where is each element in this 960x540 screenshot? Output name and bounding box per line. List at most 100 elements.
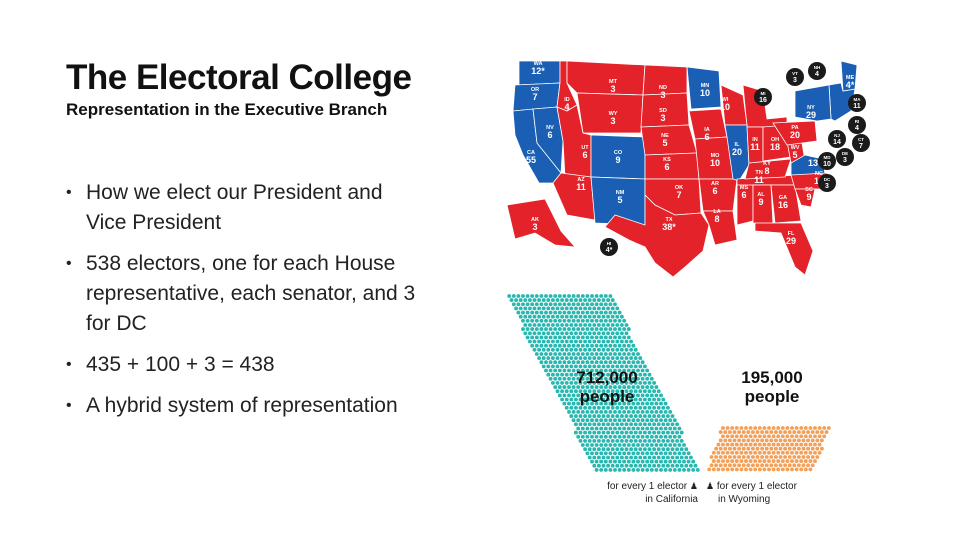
state-AR-votes: 6 <box>712 186 717 196</box>
person-dot <box>537 298 542 303</box>
person-dot <box>592 298 597 303</box>
person-dot <box>636 467 640 472</box>
person-dot <box>553 335 558 340</box>
person-dot <box>633 438 638 443</box>
person-dot <box>578 331 583 336</box>
person-dot <box>518 306 523 311</box>
person-dot <box>585 335 590 340</box>
person-dot <box>808 450 813 455</box>
person-dot <box>794 426 799 430</box>
person-dot <box>622 467 627 472</box>
person-dot <box>594 310 599 315</box>
person-dot <box>610 430 615 435</box>
person-dot <box>537 339 542 344</box>
person-dot <box>550 380 555 385</box>
person-dot <box>638 438 643 443</box>
state-LA-votes: 8 <box>714 214 719 224</box>
person-dot <box>624 447 629 452</box>
person-dot <box>541 314 546 319</box>
person-dot <box>548 335 553 340</box>
person-dot <box>624 356 629 361</box>
person-dot <box>583 430 588 435</box>
person-dot <box>677 443 682 447</box>
person-dot <box>587 323 592 327</box>
person-dot <box>509 298 514 303</box>
person-dot <box>626 434 631 439</box>
person-dot <box>622 335 627 340</box>
state-SC-votes: 9 <box>806 192 811 202</box>
person-dot <box>792 463 797 468</box>
person-dot <box>583 298 588 303</box>
person-dot <box>541 364 546 369</box>
person-dot <box>750 430 755 435</box>
person-dot <box>610 463 615 468</box>
person-dot <box>636 352 640 356</box>
state-OR-votes: 7 <box>532 92 537 102</box>
california-caption-line2: in California <box>645 494 698 505</box>
person-dot <box>723 430 728 435</box>
person-dot <box>654 434 659 439</box>
state-NM-votes: 5 <box>617 195 622 205</box>
person-dot <box>544 368 548 373</box>
person-dot <box>596 314 601 319</box>
person-dot <box>654 467 659 472</box>
person-dot <box>615 422 620 427</box>
state-MT-shape <box>566 60 646 96</box>
person-dot <box>636 418 640 423</box>
person-dot <box>624 430 629 435</box>
person-dot <box>760 446 765 451</box>
person-dot <box>649 459 654 464</box>
person-dot <box>626 327 631 332</box>
person-dot <box>764 446 769 451</box>
person-dot <box>642 405 647 410</box>
person-dot <box>608 327 613 332</box>
person-dot <box>636 426 640 431</box>
person-dot <box>647 422 652 427</box>
person-dot <box>527 331 532 336</box>
person-dot <box>778 446 783 451</box>
person-dot <box>580 434 585 439</box>
person-dot <box>819 438 824 443</box>
person-dot <box>615 323 620 327</box>
person-dot <box>610 323 615 327</box>
person-dot <box>613 434 617 439</box>
state-UT-votes: 6 <box>582 150 587 160</box>
person-dot <box>783 446 788 451</box>
person-dot <box>599 335 604 340</box>
person-dot <box>737 446 742 451</box>
person-dot <box>592 455 597 460</box>
person-dot <box>537 331 542 336</box>
person-dot <box>590 343 594 348</box>
person-dot <box>718 446 723 451</box>
state-NJ-votes: 14 <box>833 139 841 146</box>
person-dot <box>776 459 781 464</box>
person-dot <box>734 426 739 430</box>
person-dot <box>783 430 788 435</box>
person-dot <box>601 405 606 410</box>
person-dot <box>594 434 599 439</box>
person-dot <box>796 438 801 443</box>
person-dot <box>596 447 601 452</box>
person-dot <box>601 414 606 419</box>
person-dot <box>580 302 585 307</box>
person-dot <box>668 459 673 464</box>
person-dot <box>525 294 530 298</box>
person-dot <box>580 360 585 365</box>
person-dot <box>617 443 622 447</box>
person-dot <box>638 422 643 427</box>
person-dot <box>594 327 599 332</box>
person-dot <box>642 438 647 443</box>
person-dot <box>629 455 634 460</box>
person-dot <box>780 467 785 472</box>
person-dot <box>516 310 521 315</box>
person-dot <box>569 347 574 352</box>
person-dot <box>672 434 677 439</box>
person-dot <box>569 298 574 303</box>
person-dot <box>550 372 555 377</box>
person-dot <box>580 409 585 414</box>
person-dot <box>801 455 806 459</box>
person-dot <box>585 343 590 348</box>
person-dot <box>622 459 627 464</box>
person-dot <box>753 426 758 430</box>
person-dot <box>799 459 804 464</box>
